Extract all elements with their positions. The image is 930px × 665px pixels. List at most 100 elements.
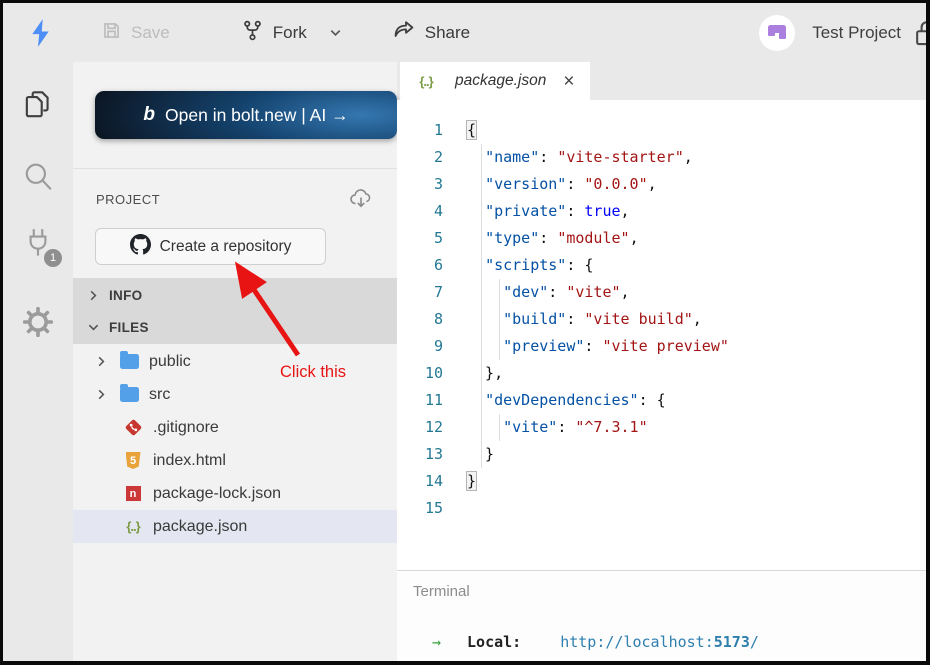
code-line: 3 "version": "0.0.0", [397, 171, 926, 198]
close-tab-icon[interactable]: × [563, 72, 574, 91]
fork-icon [241, 19, 264, 47]
project-name[interactable]: Test Project [812, 23, 901, 43]
code-line: 15 [397, 495, 926, 522]
save-button[interactable]: Save [101, 20, 170, 46]
section-info[interactable]: INFO [73, 280, 397, 310]
extensions-plug-icon[interactable]: 1 [18, 225, 58, 265]
topbar-right-group: Test Project [759, 15, 926, 51]
create-repository-button[interactable]: Create a repository [95, 228, 326, 265]
chevron-right-icon [95, 355, 109, 368]
section-files[interactable]: FILES [73, 312, 397, 342]
terminal-panel[interactable]: Terminal →Local:http://localhost:5173/ →… [397, 571, 926, 662]
terminal-title: Terminal [413, 583, 470, 600]
line-number: 8 [397, 306, 443, 333]
file-name: index.html [153, 452, 226, 470]
line-number: 2 [397, 144, 443, 171]
code-line: 10 }, [397, 360, 926, 387]
chevron-right-icon [95, 388, 109, 401]
editor-area: {..} package.json × 1{2 "name": "vite-st… [397, 62, 926, 662]
bolt-logo: b [143, 104, 155, 126]
section-headers: INFOFILES [73, 278, 397, 344]
code-line: 1{ [397, 117, 926, 144]
file-tree-item-public[interactable]: public [73, 345, 397, 378]
github-icon [130, 234, 151, 260]
code-line: 13 } [397, 441, 926, 468]
indent-guide [481, 144, 482, 468]
line-number: 13 [397, 441, 443, 468]
file-explorer-panel: b Open in bolt.new | AI → PROJECT Create… [73, 62, 397, 662]
json-file-icon: {..} [416, 74, 436, 89]
fork-chevron-down-icon[interactable] [328, 25, 343, 40]
file-name: package-lock.json [153, 485, 281, 503]
gear-icon[interactable] [18, 302, 58, 342]
chevron-right-icon [87, 289, 100, 302]
top-toolbar: Save Fork Share Test Project [3, 3, 926, 62]
code-line: 7 "dev": "vite", [397, 279, 926, 306]
file-name: public [149, 353, 191, 371]
line-number: 14 [397, 468, 443, 495]
code-line: 8 "build": "vite build", [397, 306, 926, 333]
save-icon [101, 20, 122, 46]
share-icon [392, 19, 416, 46]
panel-divider [73, 168, 397, 169]
line-number: 10 [397, 360, 443, 387]
ide-window: Save Fork Share Test Project [0, 0, 930, 665]
terminal-network-line: →Network: use --host to expose [413, 659, 729, 662]
file-tree-item-.gitignore[interactable]: .gitignore [73, 411, 397, 444]
activity-bar: 1 [3, 62, 73, 662]
file-tree-item-index.html[interactable]: 5 index.html [73, 444, 397, 477]
stackblitz-logo-icon[interactable] [28, 18, 54, 48]
tab-package-json[interactable]: {..} package.json × [400, 62, 590, 100]
code-line: 4 "private": true, [397, 198, 926, 225]
save-label: Save [131, 23, 170, 43]
share-label: Share [425, 23, 470, 43]
line-number: 1 [397, 117, 443, 144]
code-line: 9 "preview": "vite preview" [397, 333, 926, 360]
lock-icon[interactable] [913, 19, 930, 47]
code-line: 5 "type": "module", [397, 225, 926, 252]
project-section-header: PROJECT [73, 182, 397, 216]
line-number: 12 [397, 414, 443, 441]
project-section-label: PROJECT [96, 192, 160, 207]
line-number: 6 [397, 252, 443, 279]
tab-label: package.json [455, 72, 546, 90]
open-in-bolt-label: Open in bolt.new | AI → [165, 105, 349, 126]
chevron-down-icon [87, 321, 100, 334]
npm-icon: n [123, 486, 143, 501]
file-name: package.json [153, 518, 247, 536]
fork-button[interactable]: Fork [241, 19, 307, 47]
annotation-label: Click this [280, 363, 346, 382]
open-in-bolt-button[interactable]: b Open in bolt.new | AI → [95, 91, 397, 139]
file-tree-item-src[interactable]: src [73, 378, 397, 411]
json-file-icon: {..} [123, 519, 143, 534]
share-button[interactable]: Share [392, 19, 470, 46]
project-avatar[interactable] [759, 15, 795, 51]
extensions-badge: 1 [44, 249, 62, 267]
code-line: 2 "name": "vite-starter", [397, 144, 926, 171]
cloud-download-icon[interactable] [349, 188, 373, 210]
code-line: 12 "vite": "^7.3.1" [397, 414, 926, 441]
line-number: 4 [397, 198, 443, 225]
file-tree-item-package.json[interactable]: {..} package.json [73, 510, 397, 543]
terminal-arrow: → [432, 633, 441, 651]
line-number: 3 [397, 171, 443, 198]
fork-label: Fork [273, 23, 307, 43]
search-icon[interactable] [18, 157, 58, 197]
code-editor[interactable]: 1{2 "name": "vite-starter",3 "version": … [397, 100, 926, 570]
file-name: src [149, 386, 170, 404]
terminal-local-line: →Local:http://localhost:5173/ [413, 633, 759, 651]
indent-guide [499, 279, 500, 360]
line-number: 7 [397, 279, 443, 306]
line-number: 5 [397, 225, 443, 252]
indent-guide [499, 414, 500, 441]
code-line: 14} [397, 468, 926, 495]
file-tree-item-package-lock.json[interactable]: n package-lock.json [73, 477, 397, 510]
tab-bar: {..} package.json × [397, 62, 926, 100]
code-line: 11 "devDependencies": { [397, 387, 926, 414]
files-icon[interactable] [18, 84, 58, 124]
html5-icon: 5 [123, 452, 143, 469]
folder-icon [119, 387, 139, 402]
folder-icon [119, 354, 139, 369]
terminal-local-url[interactable]: http://localhost:5173/ [560, 633, 759, 651]
create-repository-label: Create a repository [160, 238, 292, 256]
